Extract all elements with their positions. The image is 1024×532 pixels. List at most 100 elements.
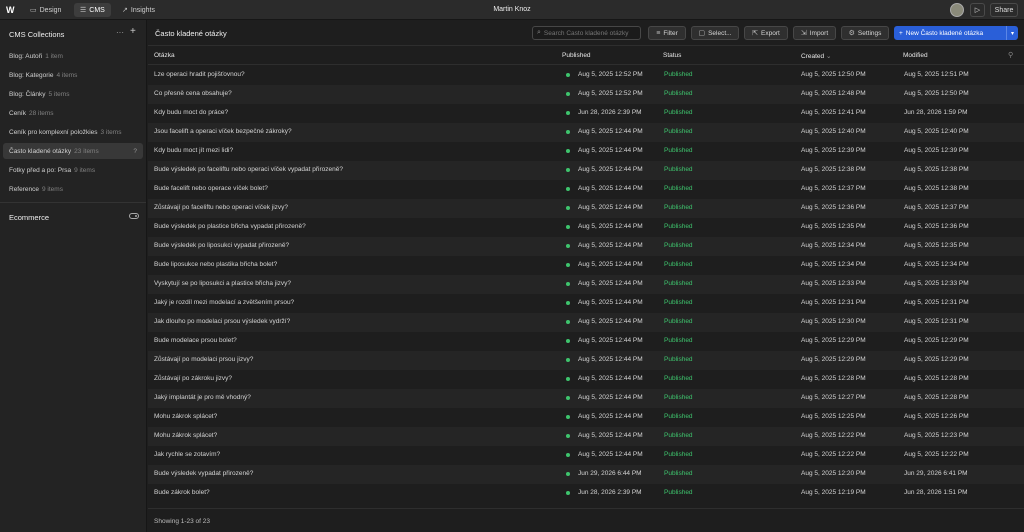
published-status-icon bbox=[566, 111, 570, 115]
column-created[interactable]: Created ⌄ bbox=[801, 52, 831, 60]
table-row[interactable]: Kdy budu moct do práce? Jun 28, 2026 2:39… bbox=[148, 104, 1024, 123]
published-cell: Aug 5, 2025 12:44 PM bbox=[578, 261, 643, 268]
question-cell: Mohu zákrok splácet? bbox=[154, 413, 218, 420]
status-cell: Published bbox=[664, 280, 693, 287]
sidebar-item-blog-autori[interactable]: Blog: Autoři 1 item bbox=[3, 48, 143, 64]
table-row[interactable]: Jaký je rozdíl mezi modelací a zvětšením… bbox=[148, 294, 1024, 313]
sidebar: CMS Collections ··· + Blog: Autoři 1 ite… bbox=[0, 20, 147, 532]
toolbar: Často kladené otázky ⌕ ≡ Filter ▢ Select… bbox=[148, 20, 1024, 46]
question-cell: Kdy budu moct do práce? bbox=[154, 109, 229, 116]
status-cell: Published bbox=[664, 90, 693, 97]
created-cell: Aug 5, 2025 12:22 PM bbox=[801, 451, 866, 458]
modified-cell: Aug 5, 2025 12:51 PM bbox=[904, 71, 969, 78]
question-cell: Zůstávají po modelaci prsou jizvy? bbox=[154, 356, 254, 363]
table-row[interactable]: Bude modelace prsou bolet? Aug 5, 2025 12… bbox=[148, 332, 1024, 351]
share-button[interactable]: Share bbox=[990, 3, 1018, 17]
table-row[interactable]: Zůstávají po zákroku jizvy? Aug 5, 2025 1… bbox=[148, 370, 1024, 389]
sidebar-item-caste-otazky[interactable]: Často kladené otázky 23 items ? bbox=[3, 143, 143, 159]
status-cell: Published bbox=[664, 451, 693, 458]
sidebar-item-cenik[interactable]: Ceník 28 items bbox=[3, 105, 143, 121]
table-row[interactable]: Bude facelift nebo operace víček bolet? A… bbox=[148, 180, 1024, 199]
sidebar-item-cenik-komplexni[interactable]: Ceník pro komplexní položkies 3 items bbox=[3, 124, 143, 140]
site-title: Martin Knoz bbox=[493, 6, 531, 13]
avatar[interactable] bbox=[950, 3, 964, 17]
modified-cell: Aug 5, 2025 12:50 PM bbox=[904, 90, 969, 97]
more-icon[interactable]: ··· bbox=[116, 28, 124, 37]
table-row[interactable]: Bude výsledek po liposukci vypadat přiro… bbox=[148, 237, 1024, 256]
export-icon: ⇱ bbox=[752, 30, 759, 37]
question-cell: Zůstávají po faceliftu nebo operaci víče… bbox=[154, 204, 289, 211]
published-status-icon bbox=[566, 73, 570, 77]
table-row[interactable]: Bude zákrok bolet? Jun 28, 2026 2:39 PM Pu… bbox=[148, 484, 1024, 503]
status-cell: Published bbox=[664, 185, 693, 192]
column-status[interactable]: Status bbox=[663, 52, 681, 59]
published-cell: Aug 5, 2025 12:44 PM bbox=[578, 166, 643, 173]
table-row[interactable]: Mohu zákrok splácet? Aug 5, 2025 12:44 PM… bbox=[148, 427, 1024, 446]
table-row[interactable]: Bude výsledek vypadat přirozeně? Jun 29, … bbox=[148, 465, 1024, 484]
table-row[interactable]: Kdy budu moct jít mezi lidi? Aug 5, 2025 … bbox=[148, 142, 1024, 161]
sidebar-item-label: Často kladené otázky bbox=[9, 147, 72, 155]
preview-button[interactable]: ▷ bbox=[970, 3, 985, 17]
add-collection-icon[interactable]: + bbox=[130, 26, 136, 37]
sidebar-item-reference[interactable]: Reference 9 items bbox=[3, 181, 143, 197]
sidebar-item-fotky[interactable]: Fotky před a po: Prsa 9 items bbox=[3, 162, 143, 178]
sidebar-item-count: 9 items bbox=[74, 166, 96, 174]
help-icon[interactable]: ? bbox=[133, 148, 137, 155]
pin-icon[interactable]: ⚲ bbox=[1008, 51, 1013, 59]
modified-cell: Jun 28, 2026 1:59 PM bbox=[904, 109, 968, 116]
column-question[interactable]: Otázka bbox=[154, 52, 175, 59]
published-status-icon bbox=[566, 263, 570, 267]
table-row[interactable]: Jsou facelift a operaci víček bezpečné z… bbox=[148, 123, 1024, 142]
status-cell: Published bbox=[664, 242, 693, 249]
status-cell: Published bbox=[664, 299, 693, 306]
sidebar-item-label: Ceník pro komplexní položkies bbox=[9, 128, 98, 136]
table-row[interactable]: Bude výsledek po plastice břicha vypadat… bbox=[148, 218, 1024, 237]
published-cell: Aug 5, 2025 12:44 PM bbox=[578, 242, 643, 249]
status-cell: Published bbox=[664, 166, 693, 173]
column-modified[interactable]: Modified bbox=[903, 52, 928, 59]
status-cell: Published bbox=[664, 489, 693, 496]
chevron-down-icon[interactable]: ▾ bbox=[1006, 26, 1018, 40]
table-row[interactable]: Jak dlouho po modelaci prsou výsledek vy… bbox=[148, 313, 1024, 332]
question-cell: Bude zákrok bolet? bbox=[154, 489, 210, 496]
modified-cell: Aug 5, 2025 12:38 PM bbox=[904, 185, 969, 192]
import-button[interactable]: ⇲ Import bbox=[793, 26, 836, 40]
column-published[interactable]: Published bbox=[562, 52, 591, 59]
created-cell: Aug 5, 2025 12:30 PM bbox=[801, 318, 866, 325]
table-row[interactable]: Bude liposukce nebo plastika břicha bole… bbox=[148, 256, 1024, 275]
table-row[interactable]: Zůstávají po modelaci prsou jizvy? Aug 5,… bbox=[148, 351, 1024, 370]
plus-icon: + bbox=[899, 29, 903, 37]
status-cell: Published bbox=[664, 375, 693, 382]
table-row[interactable]: Bude výsledek po faceliftu nebo operaci … bbox=[148, 161, 1024, 180]
sidebar-item-blog-clanky[interactable]: Blog: Články 5 items bbox=[3, 86, 143, 102]
table-row[interactable]: Co přesně cena obsahuje? Aug 5, 2025 12:5… bbox=[148, 85, 1024, 104]
footer-divider bbox=[148, 508, 1024, 509]
sidebar-item-blog-kategorie[interactable]: Blog: Kategorie 4 items bbox=[3, 67, 143, 83]
table-row[interactable]: Jak rychle se zotavím? Aug 5, 2025 12:44 … bbox=[148, 446, 1024, 465]
question-cell: Bude facelift nebo operace víček bolet? bbox=[154, 185, 268, 192]
settings-button[interactable]: ⚙ Settings bbox=[841, 26, 889, 40]
search-input[interactable] bbox=[543, 29, 639, 37]
modified-cell: Aug 5, 2025 12:23 PM bbox=[904, 432, 969, 439]
filter-button[interactable]: ≡ Filter bbox=[648, 26, 686, 40]
table-row[interactable]: Jaký implantát je pro mě vhodný? Aug 5, 2… bbox=[148, 389, 1024, 408]
search-box[interactable]: ⌕ bbox=[532, 26, 641, 40]
select-button[interactable]: ▢ Select... bbox=[691, 26, 739, 40]
published-cell: Aug 5, 2025 12:44 PM bbox=[578, 337, 643, 344]
published-cell: Aug 5, 2025 12:52 PM bbox=[578, 90, 643, 97]
published-status-icon bbox=[566, 244, 570, 248]
status-cell: Published bbox=[664, 109, 693, 116]
table-row[interactable]: Vyskytují se po liposukci a plastice bři… bbox=[148, 275, 1024, 294]
export-button[interactable]: ⇱ Export bbox=[744, 26, 788, 40]
ecommerce-toggle-icon[interactable] bbox=[129, 213, 139, 219]
table-row[interactable]: Lze operaci hradit pojišťovnou? Aug 5, 20… bbox=[148, 66, 1024, 85]
published-cell: Aug 5, 2025 12:44 PM bbox=[578, 147, 643, 154]
new-item-button[interactable]: + New Často kladené otázka ▾ bbox=[894, 26, 1018, 40]
table-row[interactable]: Zůstávají po faceliftu nebo operaci víče… bbox=[148, 199, 1024, 218]
modified-cell: Aug 5, 2025 12:34 PM bbox=[904, 261, 969, 268]
published-status-icon bbox=[566, 130, 570, 134]
created-cell: Aug 5, 2025 12:29 PM bbox=[801, 337, 866, 344]
published-status-icon bbox=[566, 472, 570, 476]
created-cell: Aug 5, 2025 12:20 PM bbox=[801, 470, 866, 477]
table-row[interactable]: Mohu zákrok splácet? Aug 5, 2025 12:44 PM… bbox=[148, 408, 1024, 427]
